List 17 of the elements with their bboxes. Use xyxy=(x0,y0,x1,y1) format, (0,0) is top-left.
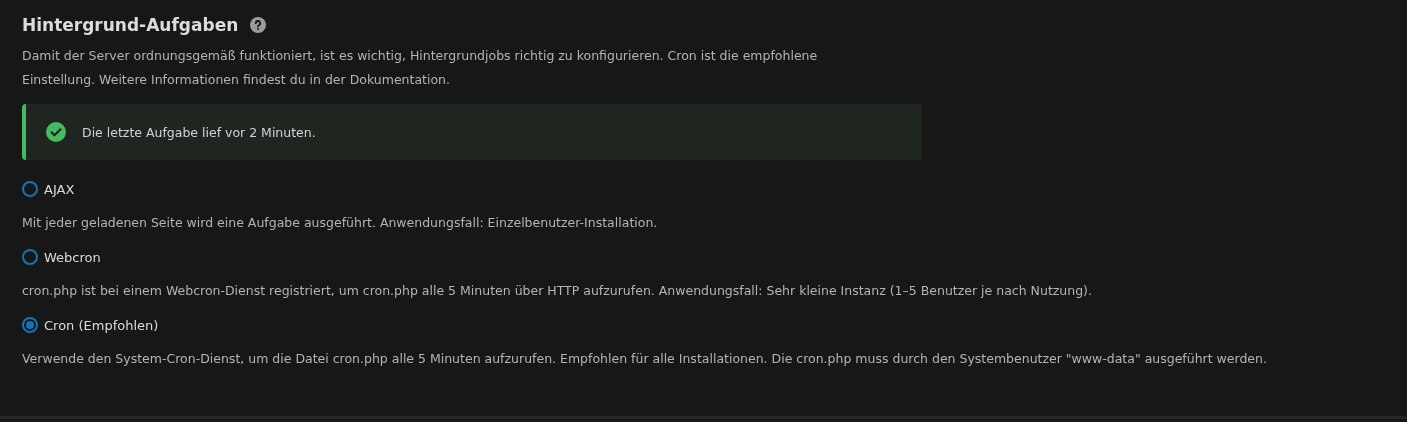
option-description: Verwende den System-Cron-Dienst, um die Datei cron.php alle 5 Minuten aufzurufen. Empfohlen für alle Installationen. Die cron.php muss durch den Systembenutzer "www-data" ausgeführt werden. xyxy=(22,350,1268,368)
radio-option[interactable]: Cron (Empfohlen) xyxy=(22,308,1385,342)
radio-button[interactable] xyxy=(22,249,38,265)
radio-button[interactable] xyxy=(22,181,38,197)
check-circle-icon xyxy=(46,122,66,142)
help-icon[interactable] xyxy=(250,17,267,33)
section-title: Hintergrund-Aufgaben xyxy=(22,15,239,35)
radio-label: Webcron xyxy=(44,249,101,265)
radio-label: AJAX xyxy=(44,181,75,197)
notice-text: Die letzte Aufgabe lief vor 2 Minuten. xyxy=(82,124,316,140)
radio-label: Cron (Empfohlen) xyxy=(44,317,159,333)
option-description: Mit jeder geladenen Seite wird eine Aufgabe ausgeführt. Anwendungsfall: Einzelbenutzer-Installation. xyxy=(22,214,659,232)
radio-option[interactable]: Webcron xyxy=(22,240,1385,274)
radio-option[interactable]: AJAX xyxy=(22,172,1385,206)
option-description: cron.php ist bei einem Webcron-Dienst registriert, um cron.php alle 5 Minuten über HTTP aufzurufen. Anwendungsfall: Sehr kleine Instanz (1–5 Benutzer je nach Nutzung). xyxy=(22,282,1093,300)
radio-button[interactable] xyxy=(22,317,38,333)
section-description: Damit der Server ordnungsgemäß funktioniert, ist es wichtig, Hintergrundjobs richtig zu konfigurieren. Cron ist die empfohlene Einstellung. Weitere Informationen findest du in der Dokumentation. xyxy=(22,47,819,89)
